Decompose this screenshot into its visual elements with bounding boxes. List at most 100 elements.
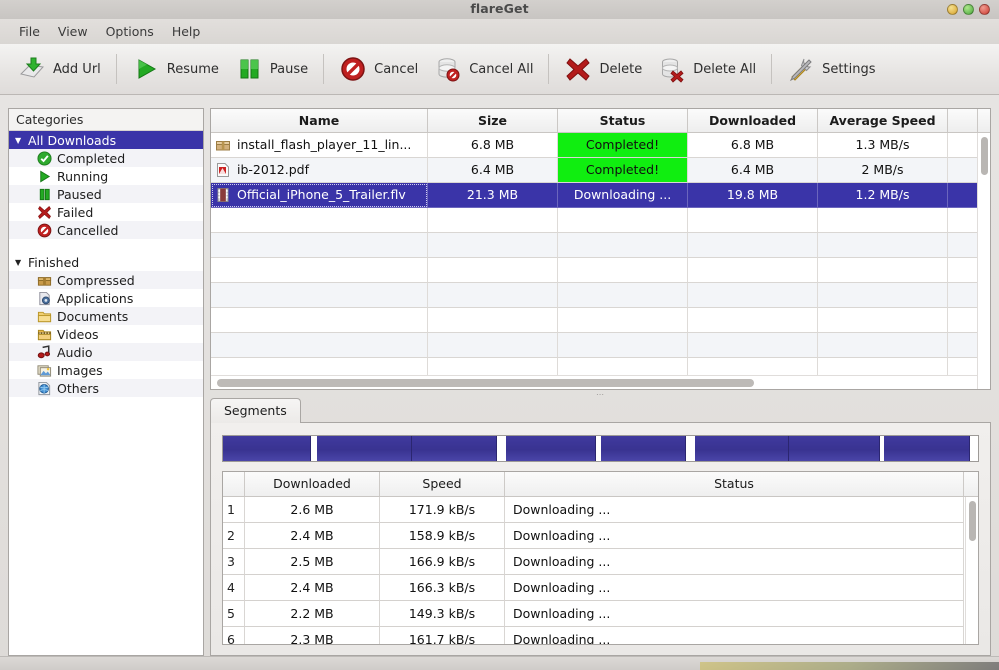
downloads-hscroll-thumb[interactable] (217, 379, 754, 387)
segment-status: Downloading ... (505, 497, 964, 523)
segment-speed: 166.3 kB/s (380, 575, 505, 601)
segments-row[interactable]: 5 2.2 MB 149.3 kB/s Downloading ... (223, 601, 978, 627)
cell-avg-speed: 1.2 MB/s (818, 183, 948, 208)
cancel-all-icon (434, 55, 462, 83)
close-button[interactable] (979, 4, 990, 15)
sidebar-item-label: Images (57, 362, 103, 378)
delete-all-label: Delete All (693, 61, 757, 77)
desktop-artifact (700, 662, 999, 670)
segments-row[interactable]: 3 2.5 MB 166.9 kB/s Downloading ... (223, 549, 978, 575)
sidebar-item-failed[interactable]: Failed (9, 203, 203, 221)
table-row-empty (211, 233, 990, 258)
tab-segments[interactable]: Segments (210, 398, 301, 423)
cell-status: Completed! (558, 133, 688, 158)
column-header-size[interactable]: Size (428, 109, 558, 132)
segments-row[interactable]: 2 2.4 MB 158.9 kB/s Downloading ... (223, 523, 978, 549)
sidebar-item-documents[interactable]: Documents (9, 307, 203, 325)
cell-size: 6.4 MB (428, 158, 558, 183)
menu-file[interactable]: File (10, 22, 49, 41)
cancel-all-label: Cancel All (469, 61, 534, 77)
sidebar-item-label: Audio (57, 344, 93, 360)
sidebar-item-paused[interactable]: Paused (9, 185, 203, 203)
segment-index: 5 (223, 601, 245, 627)
categories-list: ▼ All Downloads Completed Running Paused… (9, 131, 203, 397)
segments-column-speed[interactable]: Speed (380, 472, 505, 496)
cell-extra (948, 158, 978, 183)
play-icon (132, 55, 160, 83)
segment-downloaded: 2.6 MB (245, 497, 380, 523)
resume-button[interactable]: Resume (124, 52, 227, 86)
downloads-vscroll-thumb[interactable] (981, 137, 988, 175)
play-green-icon (37, 169, 57, 184)
sidebar-item-compressed[interactable]: Compressed (9, 271, 203, 289)
column-header-avg-speed[interactable]: Average Speed (818, 109, 948, 132)
cell-name-text: ib-2012.pdf (237, 162, 309, 177)
cell-name: ib-2012.pdf (211, 158, 428, 183)
sidebar-item-applications[interactable]: Applications (9, 289, 203, 307)
cell-avg-speed: 2 MB/s (818, 158, 948, 183)
cancel-all-button[interactable]: Cancel All (426, 52, 541, 86)
cell-extra (948, 133, 978, 158)
delete-label: Delete (599, 61, 643, 77)
sidebar-item-label: All Downloads (28, 132, 117, 148)
archive-icon (37, 273, 57, 288)
table-row[interactable]: ib-2012.pdf 6.4 MB Completed! 6.4 MB 2 M… (211, 158, 990, 183)
segments-panel: Segments Downloaded Speed Status 1 2.6 M… (210, 397, 991, 656)
downloads-vertical-scrollbar[interactable] (977, 133, 990, 389)
cell-name: Official_iPhone_5_Trailer.flv (211, 183, 428, 208)
minimize-button[interactable] (947, 4, 958, 15)
table-row[interactable]: install_flash_player_11_lin... 6.8 MB Co… (211, 133, 990, 158)
sidebar-item-videos[interactable]: Videos (9, 325, 203, 343)
menu-bar: File View Options Help (0, 19, 999, 44)
table-row-empty (211, 208, 990, 233)
sidebar-item-images[interactable]: Images (9, 361, 203, 379)
cell-downloaded: 19.8 MB (688, 183, 818, 208)
pause-button[interactable]: Pause (227, 52, 316, 86)
segment-downloaded: 2.4 MB (245, 523, 380, 549)
segment-downloaded: 2.5 MB (245, 549, 380, 575)
pause-icon (235, 55, 263, 83)
add-url-button[interactable]: Add Url (10, 52, 109, 86)
cancel-button[interactable]: Cancel (331, 52, 426, 86)
segment-speed: 166.9 kB/s (380, 549, 505, 575)
table-row[interactable]: Official_iPhone_5_Trailer.flv 21.3 MB Do… (211, 183, 990, 208)
segment-speed: 149.3 kB/s (380, 601, 505, 627)
downloads-horizontal-scrollbar[interactable] (211, 375, 977, 389)
sidebar-item-label: Running (57, 168, 109, 184)
segment-speed: 171.9 kB/s (380, 497, 505, 523)
segments-column-index (223, 472, 245, 496)
sidebar-item-finished[interactable]: ▼ Finished (9, 253, 203, 271)
delete-all-button[interactable]: Delete All (650, 52, 764, 86)
column-header-downloaded[interactable]: Downloaded (688, 109, 818, 132)
menu-options[interactable]: Options (97, 22, 163, 41)
menu-help[interactable]: Help (163, 22, 210, 41)
segments-vertical-scrollbar[interactable] (965, 497, 978, 644)
segments-row[interactable]: 1 2.6 MB 171.9 kB/s Downloading ... (223, 497, 978, 523)
table-row-empty (211, 333, 990, 358)
segments-column-downloaded[interactable]: Downloaded (245, 472, 380, 496)
delete-button[interactable]: Delete (556, 52, 650, 86)
table-row-empty (211, 283, 990, 308)
sidebar-item-label: Applications (57, 290, 134, 306)
column-header-name[interactable]: Name (211, 109, 428, 132)
table-row-empty (211, 308, 990, 333)
sidebar-item-audio[interactable]: Audio (9, 343, 203, 361)
sidebar-item-cancelled[interactable]: Cancelled (9, 221, 203, 239)
toolbar: Add Url Resume Pause Cancel Cancel All D… (0, 44, 999, 95)
sidebar-item-completed[interactable]: Completed (9, 149, 203, 167)
sidebar-item-label: Completed (57, 150, 126, 166)
segments-row[interactable]: 4 2.4 MB 166.3 kB/s Downloading ... (223, 575, 978, 601)
sidebar-item-others[interactable]: Others (9, 379, 203, 397)
window-bottom-strip (0, 656, 999, 670)
segment-status: Downloading ... (505, 523, 964, 549)
settings-button[interactable]: Settings (779, 52, 883, 86)
maximize-button[interactable] (963, 4, 974, 15)
sidebar-item-running[interactable]: Running (9, 167, 203, 185)
segments-vscroll-thumb[interactable] (969, 501, 976, 541)
segment-progress-bar (222, 435, 979, 462)
column-header-status[interactable]: Status (558, 109, 688, 132)
menu-view[interactable]: View (49, 22, 97, 41)
segments-row[interactable]: 6 2.3 MB 161.7 kB/s Downloading ... (223, 627, 978, 644)
sidebar-item-all-downloads[interactable]: ▼ All Downloads (9, 131, 203, 149)
segments-column-status[interactable]: Status (505, 472, 964, 496)
